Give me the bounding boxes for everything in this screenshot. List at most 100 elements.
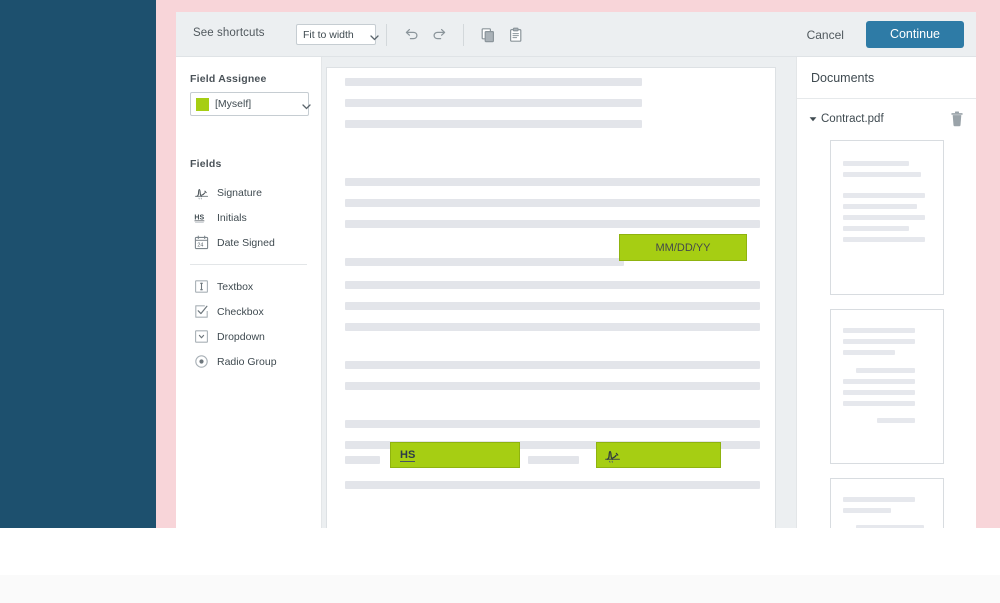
cancel-button[interactable]: Cancel [797,22,854,48]
doc-placeholder-line [528,456,579,464]
fields-sidebar: Field Assignee [Myself] Fields Signature… [176,57,322,528]
field-tool-date-signed[interactable]: 24 Date Signed [176,230,321,255]
document-page-thumbnail[interactable] [829,140,944,295]
doc-placeholder-line [345,382,760,390]
document-canvas[interactable]: MM/DD/YY HS [322,57,796,528]
field-tool-dropdown[interactable]: Dropdown [176,324,321,349]
documents-panel: Documents Contract.pdf [796,57,976,528]
doc-placeholder-line [345,78,642,86]
doc-placeholder-line [345,281,760,289]
thumb-line [842,215,925,220]
page-background-pink-top [176,0,976,12]
thumb-line [842,161,909,166]
thumb-line [842,401,915,406]
toolbar-center-group: Fit to width [296,12,530,57]
document-page-thumbnail[interactable] [829,478,944,528]
field-tool-label: Radio Group [217,355,277,368]
field-tool-radio-group[interactable]: Radio Group [176,349,321,374]
zoom-level-value: Fit to width [303,28,354,41]
thumb-line [876,418,915,423]
field-tool-label: Dropdown [217,330,265,343]
thumb-line [842,390,915,395]
placed-field-date-signed[interactable]: MM/DD/YY [619,234,747,261]
doc-placeholder-line [345,99,642,107]
document-page[interactable]: MM/DD/YY HS [326,67,776,528]
radio-icon [194,354,209,369]
svg-text:HS: HS [194,214,204,221]
assignee-color-swatch [196,97,209,111]
thumb-line [842,237,925,242]
signature-editor-window: See shortcuts Fit to width Cancel Contin… [176,12,976,528]
doc-placeholder-line [345,258,624,266]
toolbar-divider-1 [386,23,387,46]
zoom-level-select[interactable]: Fit to width [296,24,379,45]
page-footer-strip [0,575,1000,603]
placed-field-initials[interactable]: HS [390,442,520,468]
editor-body: Field Assignee [Myself] Fields Signature… [176,57,976,528]
thumb-line [842,350,895,355]
thumb-line [842,508,891,513]
sidebar-divider [190,264,307,265]
field-tool-checkbox[interactable]: Checkbox [176,299,321,324]
thumb-line [855,368,915,373]
doc-placeholder-line [345,420,760,428]
doc-placeholder-line [345,220,760,228]
doc-placeholder-line [345,302,760,310]
field-tool-label: Initials [217,211,247,224]
trash-icon[interactable] [950,111,964,127]
thumb-line [842,379,915,384]
doc-placeholder-line [345,178,760,186]
assignee-value: [Myself] [215,98,252,110]
doc-placeholder-line [345,199,760,207]
initials-icon: HS [194,210,209,225]
page-background-pink-right [976,0,1000,528]
toolbar-actions: Cancel Continue [797,12,964,57]
svg-text:24: 24 [197,243,203,249]
field-assignee-select[interactable]: [Myself] [190,92,311,116]
paste-button[interactable] [505,24,527,46]
thumb-line [842,328,915,333]
fields-heading: Fields [190,158,222,170]
textbox-icon [194,279,209,294]
caret-down-icon[interactable] [807,116,819,122]
field-tool-label: Signature [217,186,262,199]
doc-placeholder-line [345,361,760,369]
thumb-line [842,193,925,198]
document-file-row[interactable]: Contract.pdf [797,99,976,131]
field-tool-initials[interactable]: HS Initials [176,205,321,230]
placed-field-date-label: MM/DD/YY [655,241,711,254]
redo-button[interactable] [428,24,450,46]
thumb-line [842,226,909,231]
document-page-thumbnail[interactable] [829,309,944,464]
field-tool-label: Date Signed [217,236,275,249]
document-file-name: Contract.pdf [821,113,884,125]
checkbox-icon [194,304,209,319]
doc-placeholder-line [345,120,642,128]
copy-button[interactable] [477,24,499,46]
page-background-bottom [0,528,1000,575]
toolbar-divider-2 [463,23,464,46]
field-assignee-heading: Field Assignee [190,73,267,85]
field-tool-label: Textbox [217,280,254,293]
signature-icon [194,185,209,200]
placed-field-signature[interactable] [596,442,721,468]
undo-button[interactable] [400,24,422,46]
doc-placeholder-line [345,481,760,489]
thumb-line [842,172,921,177]
doc-placeholder-line [345,456,380,464]
editor-toolbar: See shortcuts Fit to width Cancel Contin… [176,12,976,57]
calendar-icon: 24 [194,235,209,250]
thumb-line [842,339,915,344]
documents-panel-title: Documents [797,57,976,99]
field-tool-textbox[interactable]: Textbox [176,274,321,299]
thumb-line [842,204,917,209]
field-tool-signature[interactable]: Signature [176,180,321,205]
thumb-line [842,497,915,502]
page-background-pink-left [156,0,176,528]
continue-button[interactable]: Continue [865,21,964,48]
app-root: See shortcuts Fit to width Cancel Contin… [0,0,1000,603]
dropdown-icon [194,329,209,344]
thumb-line [855,525,924,528]
signature-icon [604,448,621,463]
see-shortcuts-link[interactable]: See shortcuts [193,27,265,39]
